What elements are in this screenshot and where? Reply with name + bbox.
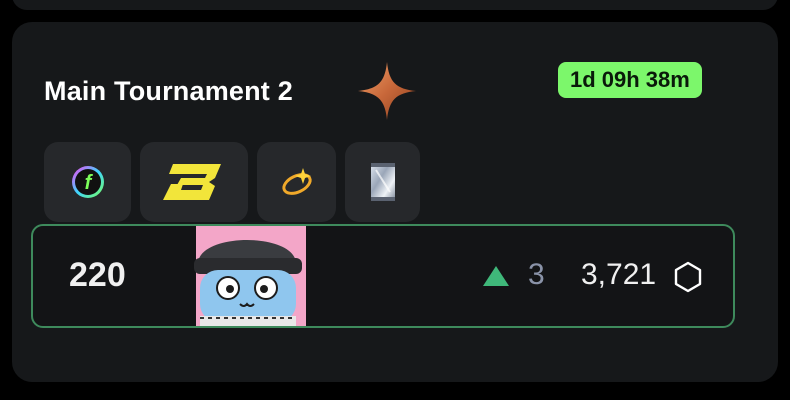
rank-value: 220: [69, 256, 126, 294]
triangle-up-icon: [483, 266, 509, 286]
b-logo-icon: [163, 164, 221, 200]
badge-b-logo[interactable]: [140, 142, 248, 222]
cat-avatar: [186, 226, 306, 326]
previous-card: [12, 0, 778, 10]
score-value: 3,721: [581, 258, 657, 291]
hexagon-icon: [674, 261, 702, 293]
tournament-title: Main Tournament 2: [44, 76, 293, 106]
badge-card-pack[interactable]: [345, 142, 420, 222]
f-token-icon: f: [71, 166, 104, 198]
leaderboard-entry[interactable]: 220 3 3,721: [31, 224, 735, 328]
countdown-timer: 1d 09h 38m: [558, 62, 702, 98]
badge-dizzy[interactable]: [257, 142, 336, 222]
badge-f-token[interactable]: f: [44, 142, 131, 222]
sparkle-icon: [358, 62, 416, 120]
dizzy-icon: [281, 168, 312, 195]
trend-value: 3: [528, 258, 545, 291]
badge-list: f: [44, 142, 420, 222]
card-pack-icon: [370, 163, 395, 201]
tournament-card[interactable]: Main Tournament 2 1d 09h 38m f: [12, 22, 778, 382]
